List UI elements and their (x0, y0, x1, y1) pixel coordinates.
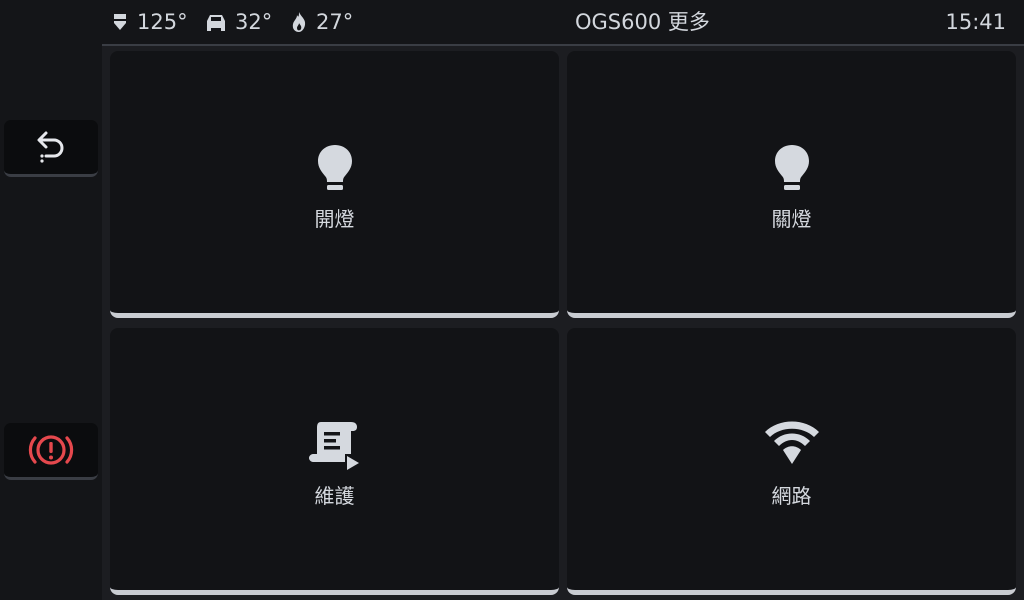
fire-temp-readout: 27° (289, 8, 353, 36)
seat-temp-readout: 32° (204, 8, 272, 36)
wifi-icon (764, 421, 819, 464)
tile-network[interactable]: 網路 (567, 328, 1016, 595)
clock: 15:41 (945, 10, 1006, 34)
back-arrow-icon (37, 131, 64, 163)
maintenance-script-icon (308, 422, 359, 470)
status-divider (102, 44, 1024, 46)
fire-temp-value: 27° (316, 10, 354, 34)
tile-label: 網路 (771, 484, 812, 508)
brake-warning-icon (28, 435, 74, 465)
coolant-temp-value: 125° (137, 10, 188, 34)
lightbulb-icon (317, 145, 352, 190)
tile-label: 維護 (314, 484, 355, 508)
coolant-temp-icon (112, 14, 128, 30)
tile-maintenance[interactable]: 維護 (110, 328, 559, 595)
seat-temp-value: 32° (235, 10, 273, 34)
brake-warning-button[interactable] (4, 423, 98, 480)
tile-lights-off[interactable]: 關燈 (567, 51, 1016, 318)
left-rail (0, 0, 102, 600)
tile-lights-on[interactable]: 開燈 (110, 51, 559, 318)
lightbulb-icon (774, 145, 809, 190)
tile-label: 關燈 (771, 207, 812, 231)
coolant-temp-readout: 125° (110, 8, 188, 36)
flame-icon (292, 12, 306, 32)
page-title: OGS600 更多 (575, 10, 710, 34)
car-seat-icon (207, 15, 225, 31)
tile-label: 開燈 (314, 207, 355, 231)
back-button[interactable] (4, 120, 98, 177)
